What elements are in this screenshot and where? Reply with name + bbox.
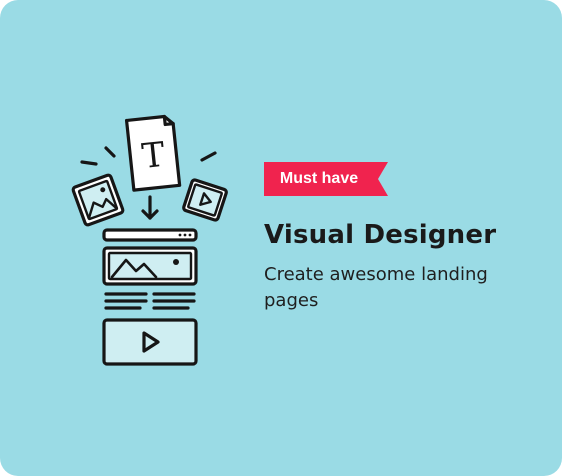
feature-subtitle: Create awesome landing pages	[264, 264, 488, 311]
spark-line	[80, 160, 98, 166]
feature-title: Visual Designer	[264, 220, 497, 250]
badge-label: Must have	[279, 170, 359, 187]
feature-card: T Must have Visual Designer Create aweso…	[0, 0, 562, 476]
spark-line	[200, 151, 217, 162]
text-glyph: T	[140, 135, 167, 177]
video-file-icon	[182, 178, 228, 222]
webpage-layout-icon	[102, 228, 198, 366]
text-file-icon: T	[124, 114, 182, 192]
arrow-down-icon	[141, 195, 159, 220]
image-file-icon	[71, 173, 125, 227]
must-have-badge: Must have	[264, 162, 388, 196]
visual-designer-illustration: T	[71, 114, 228, 366]
spark-line	[104, 146, 116, 158]
